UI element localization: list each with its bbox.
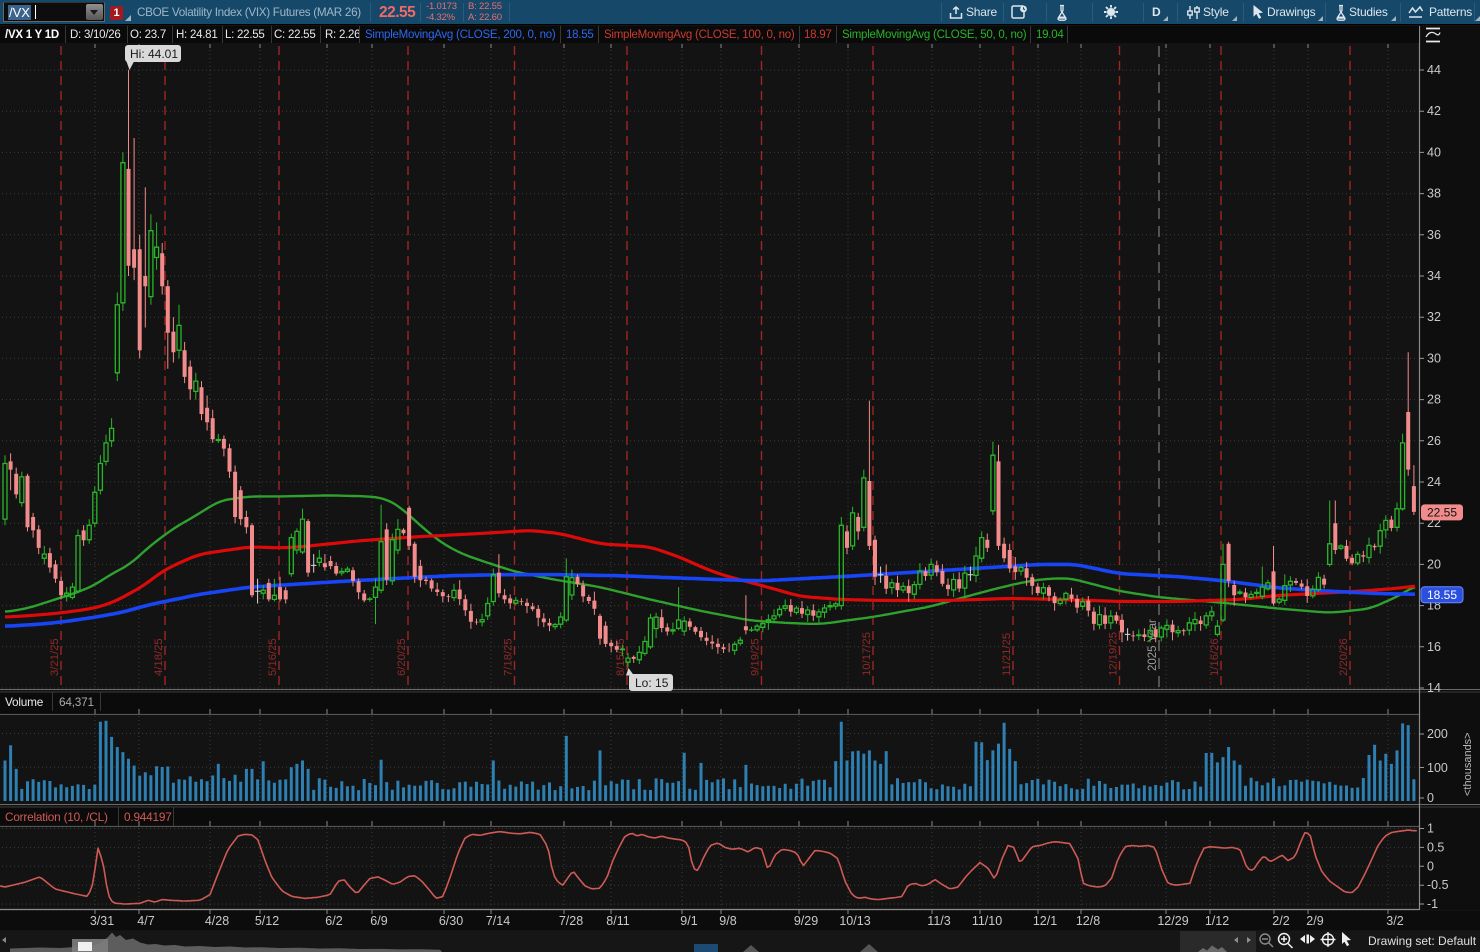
svg-text:4/28: 4/28: [205, 914, 229, 928]
svg-text:6/2: 6/2: [325, 914, 342, 928]
svg-text:7/28: 7/28: [559, 914, 583, 928]
svg-text:10/17/25: 10/17/25: [861, 632, 873, 676]
svg-text:6/9: 6/9: [370, 914, 387, 928]
svg-text:2/9: 2/9: [1306, 914, 1323, 928]
svg-text:6/30: 6/30: [439, 914, 463, 928]
svg-text:12/8: 12/8: [1076, 914, 1100, 928]
svg-text:2/20/26: 2/20/26: [1338, 638, 1350, 676]
svg-text:<thousands>: <thousands>: [1462, 732, 1474, 796]
svg-text:36: 36: [1427, 228, 1441, 242]
svg-text:7/14: 7/14: [486, 914, 510, 928]
svg-text:9/19/25: 9/19/25: [750, 638, 762, 676]
svg-text:0: 0: [1427, 859, 1434, 873]
svg-text:32: 32: [1427, 310, 1441, 324]
svg-text:9/29: 9/29: [794, 914, 818, 928]
svg-text:40: 40: [1427, 145, 1441, 159]
svg-text:16: 16: [1427, 640, 1441, 654]
svg-text:-1: -1: [1427, 897, 1438, 911]
svg-text:12/1: 12/1: [1033, 914, 1057, 928]
svg-text:44: 44: [1427, 63, 1441, 77]
svg-text:10/13: 10/13: [839, 914, 870, 928]
svg-text:22.55: 22.55: [1427, 505, 1457, 519]
svg-text:1: 1: [1427, 822, 1434, 836]
svg-text:26: 26: [1427, 434, 1441, 448]
svg-text:3/2: 3/2: [1386, 914, 1403, 928]
svg-text:200: 200: [1427, 727, 1448, 741]
svg-text:12/19/25: 12/19/25: [1108, 632, 1120, 676]
svg-text:3/31: 3/31: [90, 914, 114, 928]
svg-text:11/21/25: 11/21/25: [1001, 633, 1013, 676]
svg-text:5/12: 5/12: [255, 914, 279, 928]
svg-text:Hi: 44.01: Hi: 44.01: [130, 47, 178, 61]
svg-text:-0.5: -0.5: [1427, 878, 1449, 892]
svg-text:8/11: 8/11: [606, 914, 629, 928]
svg-text:2/2: 2/2: [1272, 914, 1289, 928]
svg-text:20: 20: [1427, 557, 1441, 571]
svg-text:12/29: 12/29: [1157, 914, 1188, 928]
svg-text:1/12: 1/12: [1205, 914, 1229, 928]
svg-text:34: 34: [1427, 269, 1441, 283]
svg-text:4/18/25: 4/18/25: [153, 638, 165, 676]
svg-text:6/20/25: 6/20/25: [396, 638, 408, 676]
svg-text:38: 38: [1427, 187, 1441, 201]
svg-text:9/8: 9/8: [719, 914, 736, 928]
svg-text:5/16/25: 5/16/25: [267, 638, 279, 676]
svg-text:18.55: 18.55: [1427, 588, 1457, 602]
svg-text:4/7: 4/7: [137, 914, 154, 928]
svg-text:28: 28: [1427, 393, 1441, 407]
svg-text:11/3: 11/3: [927, 914, 950, 928]
svg-text:24: 24: [1427, 475, 1441, 489]
svg-text:3/21/25: 3/21/25: [49, 638, 61, 676]
svg-text:14: 14: [1427, 681, 1441, 695]
svg-text:11/10: 11/10: [972, 914, 1002, 928]
svg-text:0.5: 0.5: [1427, 840, 1444, 854]
svg-text:Lo: 15: Lo: 15: [635, 676, 669, 690]
svg-text:30: 30: [1427, 351, 1441, 365]
svg-text:0: 0: [1427, 791, 1434, 805]
svg-text:100: 100: [1427, 761, 1448, 775]
svg-text:1/16/26: 1/16/26: [1209, 638, 1221, 676]
svg-text:9/1: 9/1: [680, 914, 697, 928]
svg-text:42: 42: [1427, 104, 1441, 118]
svg-text:2025 Year: 2025 Year: [1147, 619, 1159, 671]
svg-text:7/18/25: 7/18/25: [503, 638, 515, 676]
